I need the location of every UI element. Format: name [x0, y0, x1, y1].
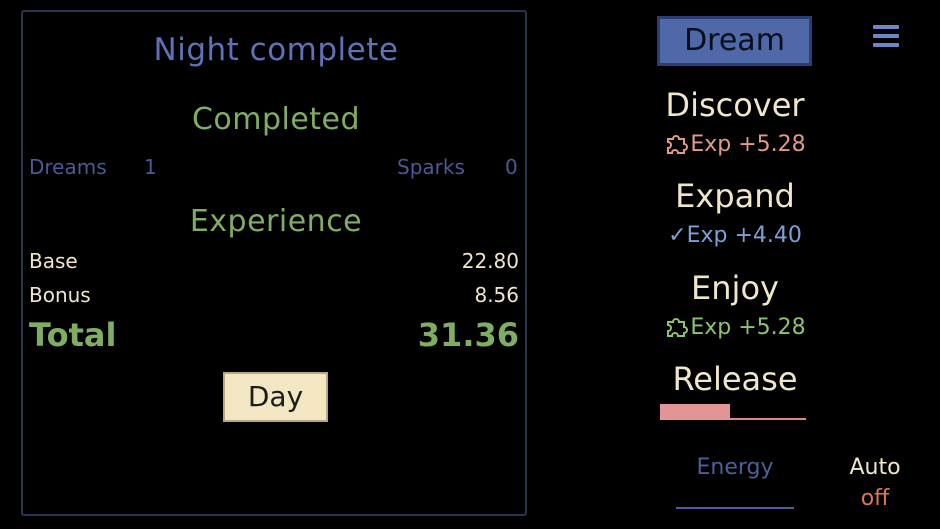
auto-label: Auto — [849, 455, 901, 480]
discover-action[interactable]: Discover — [640, 86, 830, 124]
base-label: Base — [29, 249, 78, 273]
release-progress-fill — [660, 404, 731, 420]
panel-title: Night complete — [153, 32, 399, 68]
expand-reward-text: Exp +4.40 — [686, 223, 802, 248]
expand-reward: ✓Exp +4.40 — [640, 223, 830, 248]
expand-action[interactable]: Expand — [640, 177, 830, 215]
bonus-label: Bonus — [29, 283, 91, 307]
total-label: Total — [29, 316, 117, 354]
energy-tab[interactable]: Energy — [676, 455, 794, 480]
base-value: 22.80 — [461, 249, 519, 273]
dreams-value: 1 — [144, 155, 157, 179]
sparks-value: 0 — [505, 155, 518, 179]
sparks-label: Sparks — [397, 155, 465, 179]
release-progress-bar — [660, 404, 806, 420]
enjoy-action[interactable]: Enjoy — [640, 269, 830, 307]
total-value: 31.36 — [417, 316, 519, 354]
release-action[interactable]: Release — [640, 360, 830, 398]
dreams-label: Dreams — [29, 155, 107, 179]
puzzle-icon — [667, 318, 689, 337]
dream-button[interactable]: Dream — [657, 16, 812, 66]
discover-reward-text: Exp +5.28 — [690, 132, 806, 157]
hamburger-menu-icon[interactable] — [873, 25, 899, 47]
check-icon: ✓ — [668, 223, 687, 248]
day-button[interactable]: Day — [223, 372, 328, 422]
experience-heading: Experience — [189, 204, 363, 239]
night-results-panel: Night complete Completed Dreams 1 Sparks… — [21, 10, 527, 516]
discover-reward: Exp +5.28 — [640, 131, 830, 157]
puzzle-icon — [667, 135, 689, 154]
enjoy-reward-text: Exp +5.28 — [690, 315, 806, 340]
completed-heading: Completed — [191, 102, 361, 137]
bonus-value: 8.56 — [474, 283, 519, 307]
auto-toggle[interactable]: off — [840, 486, 910, 511]
enjoy-reward: Exp +5.28 — [640, 314, 830, 340]
energy-underline — [676, 507, 794, 509]
